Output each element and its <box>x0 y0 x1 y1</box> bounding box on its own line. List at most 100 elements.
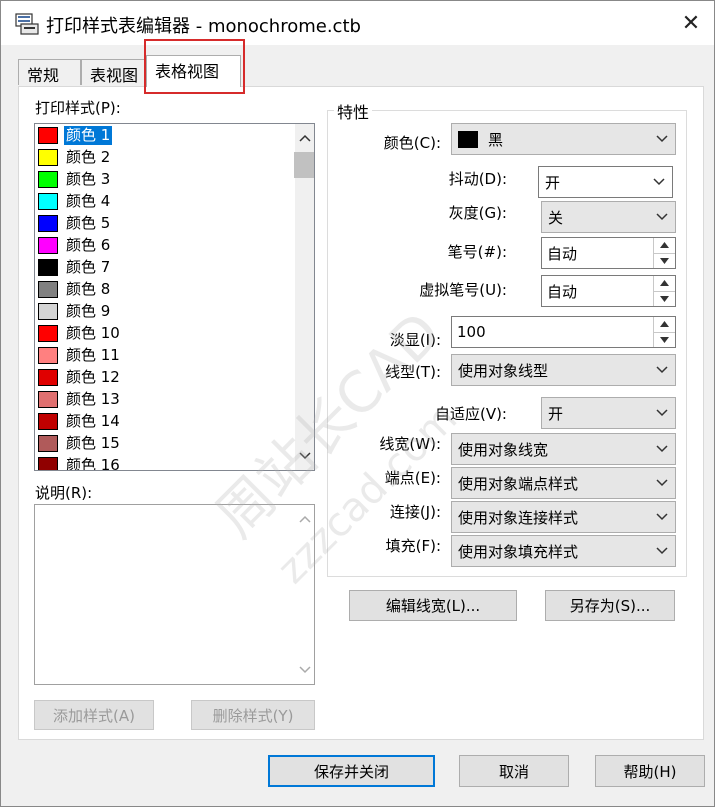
linetype-value: 使用对象线型 <box>458 361 549 380</box>
description-textarea[interactable] <box>34 504 315 685</box>
dither-label: 抖动(D): <box>448 170 507 188</box>
plot-style-item[interactable]: 颜色 6 <box>35 234 297 256</box>
plot-style-item[interactable]: 颜色 3 <box>35 168 297 190</box>
window-title: 打印样式表编辑器 - monochrome.ctb <box>46 16 361 37</box>
spin-up-icon[interactable] <box>654 317 675 333</box>
chevron-down-icon <box>649 213 675 221</box>
adaptive-label: 自适应(V): <box>434 405 507 423</box>
plot-style-item[interactable]: 颜色 14 <box>35 410 297 432</box>
grayscale-dropdown[interactable]: 关 <box>541 201 676 233</box>
tab-table-view[interactable]: 表视图 <box>81 59 146 85</box>
close-icon: ✕ <box>681 10 701 36</box>
color-swatch <box>38 324 58 342</box>
plot-style-item[interactable]: 颜色 8 <box>35 278 297 300</box>
tab-form-view[interactable]: 表格视图 <box>146 55 241 87</box>
cancel-button[interactable]: 取消 <box>459 755 569 787</box>
plot-style-label: 颜色 14 <box>66 411 120 430</box>
edit-lineweights-button[interactable]: 编辑线宽(L)... <box>349 590 517 621</box>
color-swatch <box>38 236 58 254</box>
color-swatch <box>38 302 58 320</box>
scroll-down-icon[interactable] <box>295 446 314 466</box>
close-button[interactable]: ✕ <box>668 1 714 45</box>
chevron-down-icon <box>649 135 675 143</box>
plot-style-app-icon <box>15 13 39 35</box>
scroll-up-icon[interactable] <box>295 509 314 529</box>
plot-style-item[interactable]: 颜色 7 <box>35 256 297 278</box>
pen-number-value: 自动 <box>547 244 578 263</box>
pen-number-label: 笔号(#): <box>447 243 507 261</box>
add-style-button[interactable]: 添加样式(A) <box>34 700 154 730</box>
plot-style-label: 颜色 15 <box>66 433 120 452</box>
delete-style-button[interactable]: 删除样式(Y) <box>191 700 315 730</box>
adaptive-dropdown[interactable]: 开 <box>541 397 676 429</box>
help-button[interactable]: 帮助(H) <box>595 755 705 787</box>
plot-style-label: 颜色 1 <box>64 125 113 145</box>
color-swatch <box>38 390 58 408</box>
plot-styles-label: 打印样式(P): <box>35 99 121 117</box>
scroll-down-icon[interactable] <box>295 660 314 680</box>
joinstyle-dropdown[interactable]: 使用对象连接样式 <box>451 501 676 533</box>
plot-styles-scrollbar[interactable] <box>294 124 314 470</box>
spin-down-icon[interactable] <box>654 333 675 348</box>
endstyle-label: 端点(E): <box>384 469 441 487</box>
spin-up-icon[interactable] <box>654 276 675 292</box>
virtual-pen-spinner[interactable]: 自动 <box>541 275 676 307</box>
scroll-up-icon[interactable] <box>295 128 314 148</box>
lineweight-label: 线宽(W): <box>379 435 441 453</box>
plot-style-item[interactable]: 颜色 4 <box>35 190 297 212</box>
linetype-dropdown[interactable]: 使用对象线型 <box>451 354 676 386</box>
dither-dropdown[interactable]: 开 <box>538 166 673 198</box>
plot-style-item[interactable]: 颜色 9 <box>35 300 297 322</box>
dither-value: 开 <box>545 173 561 192</box>
plot-style-label: 颜色 10 <box>66 323 120 342</box>
chevron-down-icon <box>649 547 675 555</box>
chevron-down-icon <box>649 513 675 521</box>
screening-spinner[interactable]: 100 <box>451 316 676 348</box>
print-style-editor-window: 打印样式表编辑器 - monochrome.ctb ✕ 常规 表视图 表格视图 … <box>0 0 715 807</box>
plot-style-item[interactable]: 颜色 12 <box>35 366 297 388</box>
plot-style-item[interactable]: 颜色 15 <box>35 432 297 454</box>
fillstyle-label: 填充(F): <box>385 537 441 555</box>
spin-up-icon[interactable] <box>654 238 675 254</box>
properties-group-title: 特性 <box>334 99 373 123</box>
save-and-close-button[interactable]: 保存并关闭 <box>268 755 435 787</box>
endstyle-dropdown[interactable]: 使用对象端点样式 <box>451 467 676 499</box>
plot-style-label: 颜色 3 <box>66 169 111 188</box>
color-dropdown[interactable]: 黑 <box>451 123 676 155</box>
color-swatch <box>38 280 58 298</box>
scroll-thumb[interactable] <box>294 152 314 178</box>
screening-value: 100 <box>457 323 486 341</box>
plot-style-label: 颜色 5 <box>66 213 111 232</box>
fillstyle-dropdown[interactable]: 使用对象填充样式 <box>451 535 676 567</box>
plot-style-label: 颜色 12 <box>66 367 120 386</box>
plot-style-item[interactable]: 颜色 2 <box>35 146 297 168</box>
color-swatch <box>38 214 58 232</box>
tab-general[interactable]: 常规 <box>18 59 81 85</box>
color-swatch <box>38 434 58 452</box>
chevron-down-icon <box>649 479 675 487</box>
plot-style-item[interactable]: 颜色 10 <box>35 322 297 344</box>
plot-styles-items: 颜色 1 颜色 2 颜色 3 颜色 4 颜色 5 颜色 6 颜色 7 颜色 8 颜色 9 颜色 1… <box>35 124 297 471</box>
tab-label: 表格视图 <box>155 62 220 81</box>
endstyle-value: 使用对象端点样式 <box>458 474 579 493</box>
color-swatch <box>38 456 58 470</box>
lineweight-dropdown[interactable]: 使用对象线宽 <box>451 433 676 465</box>
tab-label: 表视图 <box>90 66 139 85</box>
plot-style-item[interactable]: 颜色 11 <box>35 344 297 366</box>
plot-style-label: 颜色 7 <box>66 257 111 276</box>
plot-style-label: 颜色 16 <box>66 455 120 471</box>
pen-number-spinner[interactable]: 自动 <box>541 237 676 269</box>
plot-style-item[interactable]: 颜色 1 <box>35 124 297 146</box>
save-as-button[interactable]: 另存为(S)... <box>545 590 675 621</box>
spin-down-icon[interactable] <box>654 254 675 269</box>
description-scrollbar[interactable] <box>295 505 314 684</box>
plot-style-item[interactable]: 颜色 5 <box>35 212 297 234</box>
spin-down-icon[interactable] <box>654 292 675 307</box>
grayscale-label: 灰度(G): <box>448 204 507 222</box>
chevron-down-icon <box>649 445 675 453</box>
color-swatch <box>38 192 58 210</box>
plot-style-label: 颜色 2 <box>66 147 111 166</box>
plot-style-item[interactable]: 颜色 13 <box>35 388 297 410</box>
plot-styles-list[interactable]: 颜色 1 颜色 2 颜色 3 颜色 4 颜色 5 颜色 6 颜色 7 颜色 8 颜色 9 颜色 1… <box>34 123 315 471</box>
plot-style-item[interactable]: 颜色 16 <box>35 454 297 471</box>
